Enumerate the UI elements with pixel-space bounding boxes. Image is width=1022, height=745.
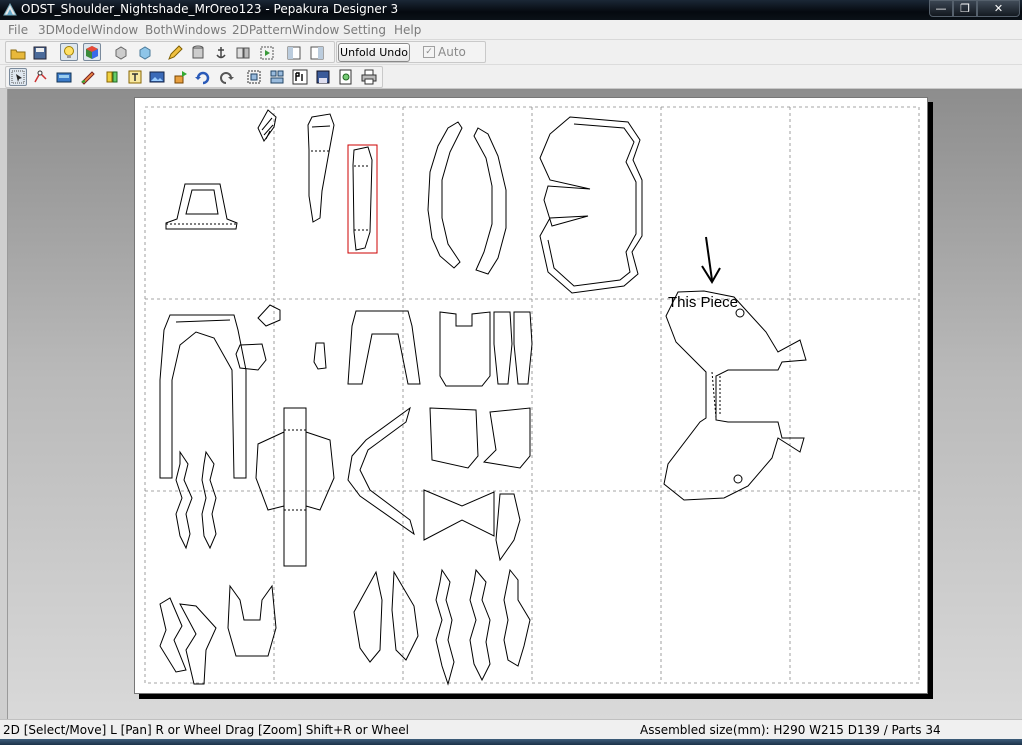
save-icon[interactable] (31, 44, 49, 62)
part-wings[interactable] (347, 406, 415, 536)
menu-bar: File 3DModelWindow BothWindows 2DPattern… (0, 20, 1022, 40)
pepakura-app-icon (3, 3, 17, 16)
open-folder-icon[interactable] (9, 44, 27, 62)
part-curved-left[interactable] (427, 121, 463, 269)
part-fan-2[interactable] (257, 304, 281, 327)
menu-setting[interactable]: Setting (343, 23, 386, 37)
part-small-block[interactable] (235, 343, 267, 371)
flap-tool-icon[interactable] (55, 68, 73, 86)
taskbar-strip (0, 739, 1022, 745)
pencil-icon[interactable] (166, 44, 184, 62)
image-icon[interactable] (148, 68, 166, 86)
main-toolbar: Unfold Undo ✓ Auto (0, 40, 1022, 65)
part-tiny-tab[interactable] (313, 342, 327, 370)
anchor-icon[interactable] (212, 44, 230, 62)
print-preview-icon[interactable] (337, 68, 355, 86)
status-bar: 2D [Select/Move] L [Pan] R or Wheel Drag… (0, 719, 1022, 739)
part-flaps[interactable] (429, 407, 531, 469)
part-bowtie[interactable] (423, 489, 521, 562)
window-left-icon[interactable] (285, 44, 303, 62)
arrange-icon[interactable] (245, 68, 263, 86)
part-chain-left[interactable] (175, 450, 217, 550)
select-arrow-icon[interactable] (9, 68, 27, 86)
part-spikes[interactable] (353, 570, 419, 663)
pattern-layout (144, 106, 920, 686)
layout-icon[interactable] (268, 68, 286, 86)
pattern-canvas[interactable]: This Piece (0, 89, 1022, 719)
menu-2d-pattern-window[interactable]: 2DPatternWindow (232, 23, 339, 37)
split-icon[interactable] (234, 44, 252, 62)
join-icon[interactable] (103, 68, 121, 86)
title-bar: ODST_Shoulder_Nightshade_MrOreo123 - Pep… (0, 0, 1022, 20)
unfold-undo-button[interactable]: Unfold Undo (338, 43, 410, 62)
page-grid (144, 106, 920, 684)
close-button[interactable]: ✕ (977, 0, 1020, 17)
fold-icon[interactable] (258, 44, 276, 62)
auto-checkbox[interactable]: ✓ (423, 46, 435, 58)
part-selected-strip[interactable] (347, 144, 378, 254)
paint-tool-icon[interactable] (79, 68, 97, 86)
texture-icon[interactable] (136, 44, 154, 62)
part-narrow-strips[interactable] (493, 311, 533, 385)
model-view-icon[interactable] (112, 44, 130, 62)
part-fan[interactable] (257, 109, 277, 142)
part-long-column[interactable] (255, 407, 335, 567)
minimize-button[interactable]: — (929, 0, 953, 17)
text-icon[interactable] (126, 68, 144, 86)
status-assembled-size: Assembled size(mm): H290 W215 D139 / Par… (640, 723, 941, 737)
menu-help[interactable]: Help (394, 23, 421, 37)
cylinder-icon[interactable] (189, 44, 207, 62)
part-zigzags[interactable] (159, 597, 217, 685)
part-bridge[interactable] (347, 310, 421, 385)
window-right-icon[interactable] (308, 44, 326, 62)
rotate-icon[interactable] (194, 68, 212, 86)
lightbulb-icon[interactable] (60, 43, 78, 61)
menu-file[interactable]: File (8, 23, 28, 37)
part-arch[interactable] (159, 314, 247, 479)
part-chain-right[interactable] (435, 568, 531, 686)
annotation-label: This Piece (668, 294, 739, 311)
undo-icon[interactable] (217, 68, 235, 86)
page-number-icon[interactable] (291, 68, 309, 86)
window-title: ODST_Shoulder_Nightshade_MrOreo123 - Pep… (21, 2, 399, 16)
part-curved-right[interactable] (473, 127, 507, 275)
move-parts-icon[interactable] (172, 68, 190, 86)
part-tall-strip[interactable] (307, 113, 335, 223)
part-this-piece[interactable] (663, 290, 807, 501)
pattern-toolbar (0, 65, 1022, 89)
color-cube-icon[interactable] (83, 43, 101, 61)
part-u-frame[interactable] (539, 116, 643, 294)
menu-both-windows[interactable]: BothWindows (145, 23, 226, 37)
part-trapezoid[interactable] (165, 183, 238, 230)
annotation-arrow (701, 236, 721, 284)
edge-tool-icon[interactable] (32, 68, 50, 86)
save-pattern-icon[interactable] (314, 68, 332, 86)
part-claw[interactable] (227, 584, 277, 657)
part-cup[interactable] (439, 311, 491, 387)
auto-label: Auto (438, 45, 466, 59)
maximize-button[interactable]: ❐ (953, 0, 977, 17)
print-icon[interactable] (360, 68, 378, 86)
status-hint: 2D [Select/Move] L [Pan] R or Wheel Drag… (3, 723, 409, 737)
menu-3d-model-window[interactable]: 3DModelWindow (38, 23, 138, 37)
